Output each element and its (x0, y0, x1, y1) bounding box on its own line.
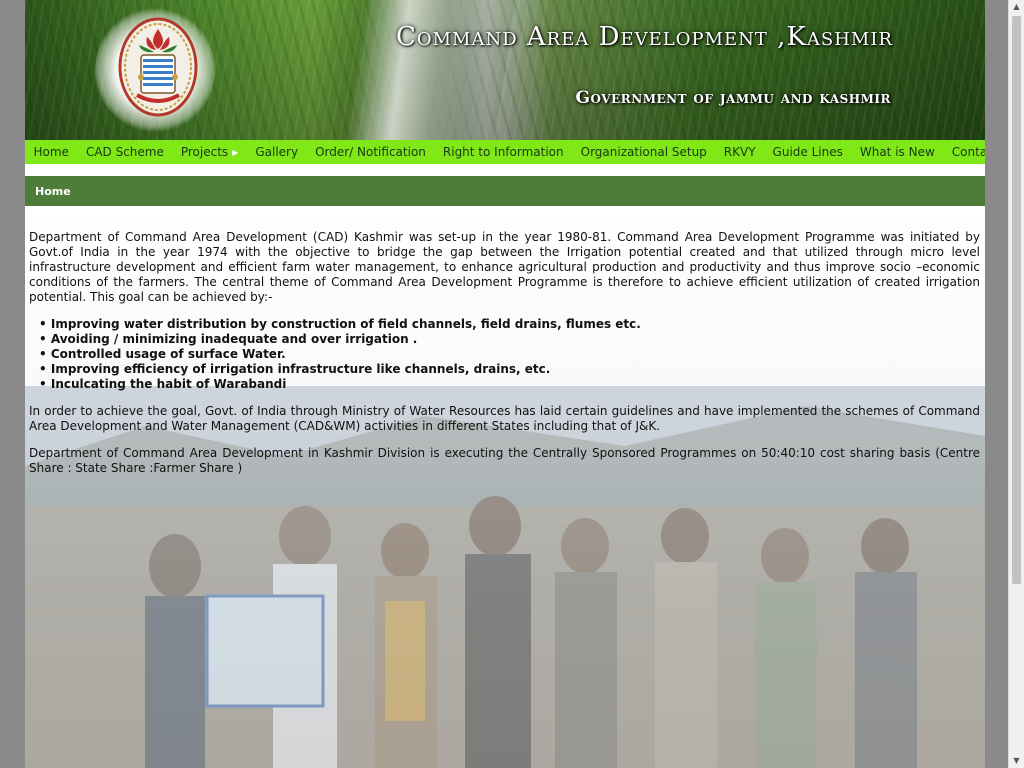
list-item: Improving efficiency of irrigation infra… (29, 362, 980, 377)
cost-sharing-paragraph: Department of Command Area Development i… (29, 446, 980, 475)
breadcrumb: Home (25, 176, 985, 206)
nav-label: Guide Lines (772, 145, 843, 159)
list-item: Improving water distribution by construc… (29, 317, 980, 332)
nav-item-order-notification[interactable]: Order/ Notification (307, 145, 435, 159)
scroll-down-arrow-icon[interactable]: ▼ (1009, 754, 1024, 768)
nav-label: RKVY (723, 145, 756, 159)
scroll-thumb[interactable] (1012, 16, 1021, 584)
jk-emblem-icon (118, 17, 198, 117)
nav-item-organizational-setup[interactable]: Organizational Setup (572, 145, 715, 159)
nav-item-what-is-new[interactable]: What is New (851, 145, 943, 159)
nav-item-rkvy[interactable]: RKVY (715, 145, 764, 159)
list-item: Avoiding / minimizing inadequate and ove… (29, 332, 980, 347)
nav-item-guide-lines[interactable]: Guide Lines (764, 145, 851, 159)
intro-paragraph: Department of Command Area Development (… (29, 230, 980, 304)
scroll-up-arrow-icon[interactable]: ▲ (1009, 0, 1024, 14)
nav-label: Order/ Notification (315, 145, 426, 159)
main-nav: Home CAD Scheme Projects ▶ Gallery Order/… (25, 140, 985, 164)
nav-item-cad-scheme[interactable]: CAD Scheme (77, 145, 172, 159)
list-item: Controlled usage of surface Water. (29, 347, 980, 362)
nav-label: CAD Scheme (85, 145, 164, 159)
content-text: Department of Command Area Development (… (29, 230, 980, 488)
main-content: Department of Command Area Development (… (25, 206, 985, 768)
triangle-right-icon: ▶ (232, 147, 239, 157)
page-container: Command Area Development ,Kashmir Govern… (25, 0, 985, 768)
nav-item-projects[interactable]: Projects ▶ (172, 145, 246, 159)
objectives-list: Improving water distribution by construc… (29, 317, 980, 392)
banner-water-channel (345, 0, 515, 140)
nav-label: Projects (180, 145, 229, 159)
nav-label: Gallery (255, 145, 299, 159)
nav-label: Contacts (951, 145, 985, 159)
nav-label: Organizational Setup (580, 145, 707, 159)
guidelines-paragraph: In order to achieve the goal, Govt. of I… (29, 404, 980, 433)
site-title: Command Area Development ,Kashmir (395, 22, 893, 52)
vertical-scrollbar[interactable]: ▲ ▼ (1008, 0, 1024, 768)
nav-label: Right to Information (442, 145, 564, 159)
nav-label: Home (33, 145, 69, 159)
nav-item-contacts[interactable]: Contacts (943, 145, 985, 159)
list-item: Inculcating the habit of Warabandi (29, 377, 980, 392)
nav-item-gallery[interactable]: Gallery (247, 145, 307, 159)
site-subtitle: Government of jammu and kashmir (575, 88, 891, 108)
header-banner: Command Area Development ,Kashmir Govern… (25, 0, 985, 140)
nav-label: What is New (859, 145, 935, 159)
breadcrumb-home-link[interactable]: Home (25, 185, 71, 198)
nav-item-right-to-information[interactable]: Right to Information (434, 145, 572, 159)
nav-spacer (25, 164, 985, 176)
nav-item-home[interactable]: Home (25, 145, 77, 159)
